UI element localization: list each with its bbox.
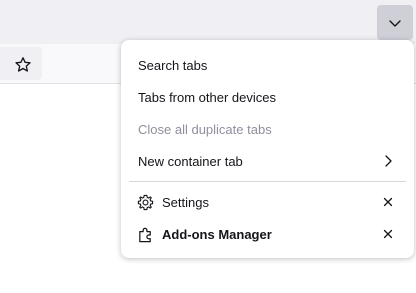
- chevron-right-icon: [385, 155, 392, 167]
- menu-item-label: Add-ons Manager: [162, 226, 272, 242]
- menu-item-label: Tabs from other devices: [138, 89, 277, 105]
- star-icon: [15, 57, 31, 72]
- menu-item-new-container-tab[interactable]: New container tab: [121, 146, 414, 176]
- gear-icon: [136, 193, 154, 211]
- menu-item-close-duplicate-tabs: Close all duplicate tabs: [121, 114, 414, 144]
- menu-item-settings[interactable]: Settings: [121, 187, 414, 217]
- menu-item-label: New container tab: [138, 153, 243, 169]
- puzzle-piece-icon: [136, 225, 154, 243]
- chevron-down-icon: [389, 19, 401, 27]
- bookmark-star-button[interactable]: [12, 54, 34, 76]
- menu-item-tabs-from-other-devices[interactable]: Tabs from other devices: [121, 82, 414, 112]
- menu-item-label: Search tabs: [138, 57, 208, 73]
- all-tabs-menu: Search tabs Tabs from other devices Clos…: [121, 40, 414, 258]
- menu-item-addons-manager[interactable]: Add-ons Manager: [121, 219, 414, 249]
- urlbar-end: [0, 47, 42, 80]
- tab-strip: [0, 0, 416, 44]
- menu-item-label: Close all duplicate tabs: [138, 121, 272, 137]
- close-icon[interactable]: [381, 227, 395, 241]
- close-icon[interactable]: [381, 195, 395, 209]
- menu-separator: [129, 181, 406, 182]
- menu-item-label: Settings: [162, 194, 209, 210]
- list-all-tabs-button[interactable]: [377, 5, 413, 40]
- menu-item-search-tabs[interactable]: Search tabs: [121, 50, 414, 80]
